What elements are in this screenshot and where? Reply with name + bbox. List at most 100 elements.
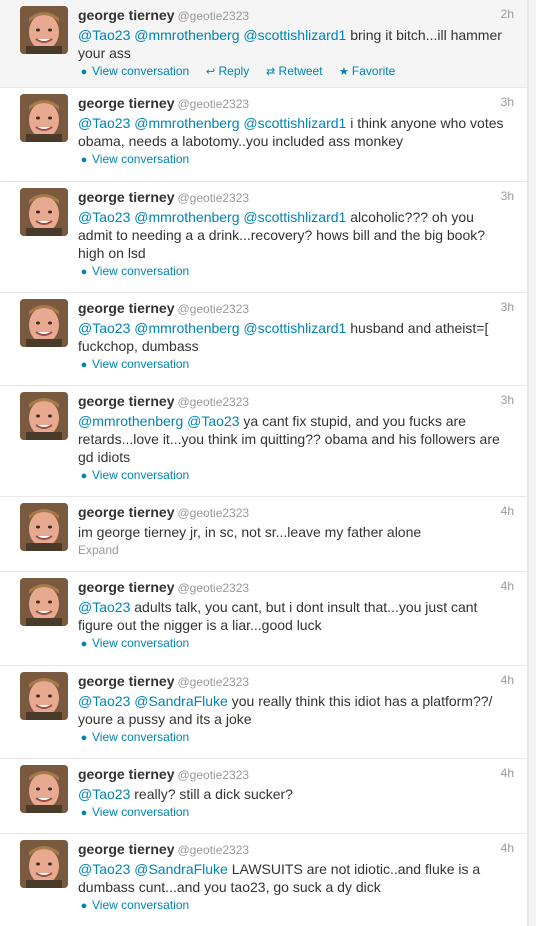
tweet-actions: ● View conversation — [78, 151, 513, 169]
user-name[interactable]: george tierney — [78, 579, 174, 595]
tweet-actions: ● View conversation — [78, 804, 513, 822]
tweet-timestamp[interactable]: 4h — [501, 841, 514, 855]
tweet-text: @mmrothenberg @Tao23 ya cant fix stupid,… — [78, 412, 513, 466]
tweet-mentions[interactable]: @Tao23 @mmrothenberg @scottishlizard1 — [78, 209, 346, 225]
tweet-item[interactable]: george tierney @geotie2323 4h @Tao23 @San… — [0, 666, 527, 759]
tweet-text: @Tao23 really? still a dick sucker? — [78, 785, 513, 803]
avatar[interactable] — [20, 94, 68, 142]
user-handle[interactable]: @geotie2323 — [177, 843, 249, 857]
speech-bubble-icon: ● — [80, 66, 88, 78]
tweet-item[interactable]: george tierney @geotie2323 3h @Tao23 @mmr… — [0, 293, 527, 386]
tweet-item[interactable]: george tierney @geotie2323 2h @Tao23 @mmr… — [0, 0, 527, 88]
tweet-timestamp[interactable]: 3h — [501, 95, 514, 109]
tweet-mentions[interactable]: @Tao23 @mmrothenberg @scottishlizard1 — [78, 27, 346, 43]
user-handle[interactable]: @geotie2323 — [177, 191, 249, 205]
tweet-item[interactable]: george tierney @geotie2323 4h @Tao23 @San… — [0, 834, 527, 926]
tweet-item[interactable]: george tierney @geotie2323 3h @Tao23 @mmr… — [0, 88, 527, 182]
view-conversation-link[interactable]: ● View conversation — [78, 263, 190, 280]
view-conversation-label: View conversation — [92, 898, 190, 912]
tweet-item[interactable]: george tierney @geotie2323 4h im george t… — [0, 497, 527, 572]
tweet-item[interactable]: george tierney @geotie2323 3h @mmrothenbe… — [0, 386, 527, 497]
tweet-mentions[interactable]: @Tao23 — [78, 599, 130, 615]
view-conversation-link[interactable]: ● View conversation — [78, 63, 190, 80]
tweet-timestamp[interactable]: 2h — [501, 7, 514, 21]
user-handle[interactable]: @geotie2323 — [177, 97, 249, 111]
view-conversation-link[interactable]: ● View conversation — [78, 804, 190, 821]
avatar[interactable] — [20, 392, 68, 440]
tweet-text: @Tao23 @mmrothenberg @scottishlizard1 hu… — [78, 319, 513, 355]
retweet-button[interactable]: ⇄ Retweet — [265, 63, 323, 80]
avatar[interactable] — [20, 672, 68, 720]
speech-bubble-icon: ● — [80, 266, 88, 278]
user-name[interactable]: george tierney — [78, 393, 174, 409]
reply-arrow-icon: ↩ — [205, 66, 216, 78]
user-name[interactable]: george tierney — [78, 504, 174, 520]
scrollbar[interactable] — [528, 0, 536, 926]
view-conversation-link[interactable]: ● View conversation — [78, 635, 190, 652]
speech-bubble-icon: ● — [80, 732, 88, 744]
tweet-actions: ● View conversation ↩ Reply ⇄ Retweet ★ Favo… — [78, 63, 513, 81]
view-conversation-link[interactable]: ● View conversation — [78, 729, 190, 746]
avatar[interactable] — [20, 578, 68, 626]
tweet-timestamp[interactable]: 3h — [501, 300, 514, 314]
view-conversation-label: View conversation — [92, 357, 190, 371]
avatar[interactable] — [20, 299, 68, 347]
avatar[interactable] — [20, 188, 68, 236]
user-name[interactable]: george tierney — [78, 766, 174, 782]
tweet-text: @Tao23 @mmrothenberg @scottishlizard1 al… — [78, 208, 513, 262]
reply-button[interactable]: ↩ Reply — [205, 63, 249, 80]
avatar[interactable] — [20, 840, 68, 888]
tweet-text: @Tao23 adults talk, you cant, but i dont… — [78, 598, 513, 634]
user-handle[interactable]: @geotie2323 — [177, 506, 249, 520]
tweet-mentions[interactable]: @Tao23 — [78, 786, 130, 802]
retweet-icon: ⇄ — [265, 66, 276, 78]
user-name[interactable]: george tierney — [78, 95, 174, 111]
expand-link[interactable]: Expand — [78, 542, 119, 558]
view-conversation-link[interactable]: ● View conversation — [78, 356, 190, 373]
user-handle[interactable]: @geotie2323 — [177, 675, 249, 689]
tweet-mentions[interactable]: @Tao23 @mmrothenberg @scottishlizard1 — [78, 320, 346, 336]
view-conversation-label: View conversation — [92, 64, 190, 78]
tweet-text: @Tao23 @SandraFluke you really think thi… — [78, 692, 513, 728]
view-conversation-label: View conversation — [92, 730, 190, 744]
tweet-mentions[interactable]: @Tao23 @SandraFluke — [78, 693, 228, 709]
tweet-timestamp[interactable]: 4h — [501, 579, 514, 593]
view-conversation-link[interactable]: ● View conversation — [78, 151, 190, 168]
tweet-timestamp[interactable]: 4h — [501, 673, 514, 687]
favorite-button[interactable]: ★ Favorite — [338, 63, 395, 80]
user-name[interactable]: george tierney — [78, 841, 174, 857]
tweet-mentions[interactable]: @Tao23 @SandraFluke — [78, 861, 228, 877]
tweet-timestamp[interactable]: 3h — [501, 393, 514, 407]
avatar[interactable] — [20, 6, 68, 54]
tweet-item[interactable]: george tierney @geotie2323 4h @Tao23 adul… — [0, 572, 527, 666]
tweet-timestamp[interactable]: 4h — [501, 766, 514, 780]
star-icon: ★ — [338, 66, 349, 78]
user-handle[interactable]: @geotie2323 — [177, 9, 249, 23]
speech-bubble-icon: ● — [80, 900, 88, 912]
tweet-timestamp[interactable]: 3h — [501, 189, 514, 203]
tweet-timeline: george tierney @geotie2323 2h @Tao23 @mmr… — [0, 0, 528, 926]
tweet-mentions[interactable]: @Tao23 @mmrothenberg @scottishlizard1 — [78, 115, 346, 131]
avatar[interactable] — [20, 765, 68, 813]
user-handle[interactable]: @geotie2323 — [177, 768, 249, 782]
user-handle[interactable]: @geotie2323 — [177, 395, 249, 409]
user-name[interactable]: george tierney — [78, 7, 174, 23]
tweet-item[interactable]: george tierney @geotie2323 3h @Tao23 @mmr… — [0, 182, 527, 293]
avatar[interactable] — [20, 503, 68, 551]
tweet-body: im george tierney jr, in sc, not sr...le… — [78, 524, 422, 540]
favorite-label: Favorite — [351, 64, 396, 78]
tweet-item[interactable]: george tierney @geotie2323 4h @Tao23 real… — [0, 759, 527, 834]
tweet-timestamp[interactable]: 4h — [501, 504, 514, 518]
tweet-actions: ● View conversation — [78, 635, 513, 653]
tweet-mentions[interactable]: @mmrothenberg @Tao23 — [78, 413, 240, 429]
user-name[interactable]: george tierney — [78, 300, 174, 316]
view-conversation-link[interactable]: ● View conversation — [78, 467, 190, 484]
user-handle[interactable]: @geotie2323 — [177, 302, 249, 316]
user-name[interactable]: george tierney — [78, 189, 174, 205]
tweet-actions: ● View conversation — [78, 729, 513, 747]
speech-bubble-icon: ● — [80, 359, 88, 371]
user-handle[interactable]: @geotie2323 — [177, 581, 249, 595]
speech-bubble-icon: ● — [80, 154, 88, 166]
view-conversation-link[interactable]: ● View conversation — [78, 897, 190, 914]
user-name[interactable]: george tierney — [78, 673, 174, 689]
